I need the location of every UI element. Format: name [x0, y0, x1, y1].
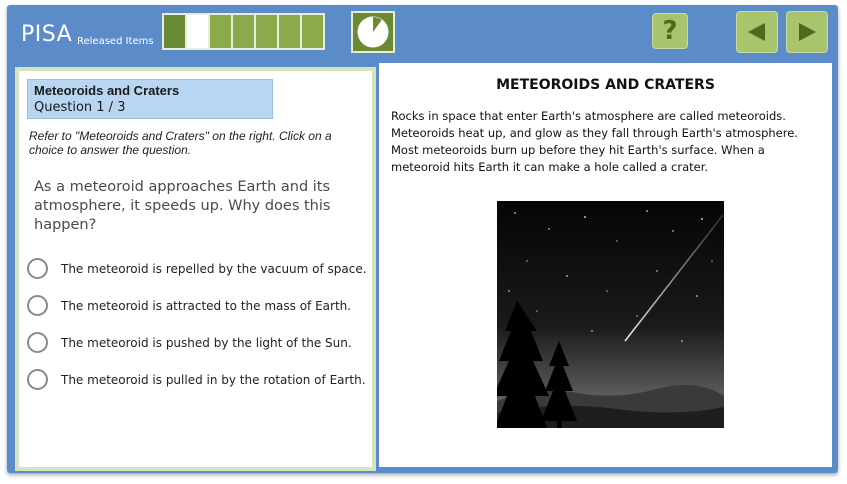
choice-label: The meteoroid is pushed by the light of … — [61, 335, 352, 350]
previous-button[interactable] — [736, 11, 778, 53]
progress-segment — [187, 15, 210, 48]
top-bar: PISA Released Items ? — [7, 5, 838, 61]
progress-segment — [164, 15, 187, 48]
choice-label: The meteoroid is pulled in by the rotati… — [61, 372, 366, 387]
choice-a[interactable]: The meteoroid is repelled by the vacuum … — [27, 258, 367, 279]
question-panel: Meteoroids and Craters Question 1 / 3 Re… — [15, 67, 376, 471]
question-mark-icon: ? — [662, 16, 678, 46]
progress-bar — [162, 13, 325, 50]
radio-button[interactable] — [27, 369, 48, 390]
progress-segment — [279, 15, 302, 48]
question-number: Question 1 / 3 — [34, 100, 126, 115]
choice-label: The meteoroid is repelled by the vacuum … — [61, 261, 367, 276]
progress-segment — [302, 15, 323, 48]
choice-d[interactable]: The meteoroid is pulled in by the rotati… — [27, 369, 366, 390]
help-button[interactable]: ? — [652, 13, 688, 49]
progress-segment — [256, 15, 279, 48]
choice-label: The meteoroid is attracted to the mass o… — [61, 298, 352, 313]
meteor-night-sky-image — [497, 201, 724, 428]
triangle-right-icon — [799, 23, 816, 41]
radio-button[interactable] — [27, 295, 48, 316]
stimulus-passage: Rocks in space that enter Earth's atmosp… — [391, 109, 798, 174]
next-button[interactable] — [786, 11, 828, 53]
choice-b[interactable]: The meteoroid is attracted to the mass o… — [27, 295, 351, 316]
question-header: Meteoroids and Craters Question 1 / 3 — [27, 79, 273, 119]
brand-subtitle: Released Items — [77, 36, 154, 47]
stimulus-title: METEOROIDS AND CRATERS — [496, 77, 715, 93]
progress-segment — [233, 15, 256, 48]
instruction-text: Refer to "Meteoroids and Craters" on the… — [29, 129, 332, 157]
question-prompt: As a meteoroid approaches Earth and its … — [34, 179, 331, 233]
app-frame: PISA Released Items ? Meteoroids and Cra… — [7, 5, 838, 473]
radio-button[interactable] — [27, 258, 48, 279]
triangle-left-icon — [748, 23, 765, 41]
progress-segment — [210, 15, 233, 48]
unit-title: Meteoroids and Craters — [34, 83, 180, 98]
timer-indicator — [351, 11, 395, 53]
pie-clock-icon — [357, 16, 389, 48]
radio-button[interactable] — [27, 332, 48, 353]
stimulus-panel: METEOROIDS AND CRATERS Rocks in space th… — [379, 63, 832, 467]
brand-title: PISA — [21, 22, 73, 47]
choice-c[interactable]: The meteoroid is pushed by the light of … — [27, 332, 352, 353]
